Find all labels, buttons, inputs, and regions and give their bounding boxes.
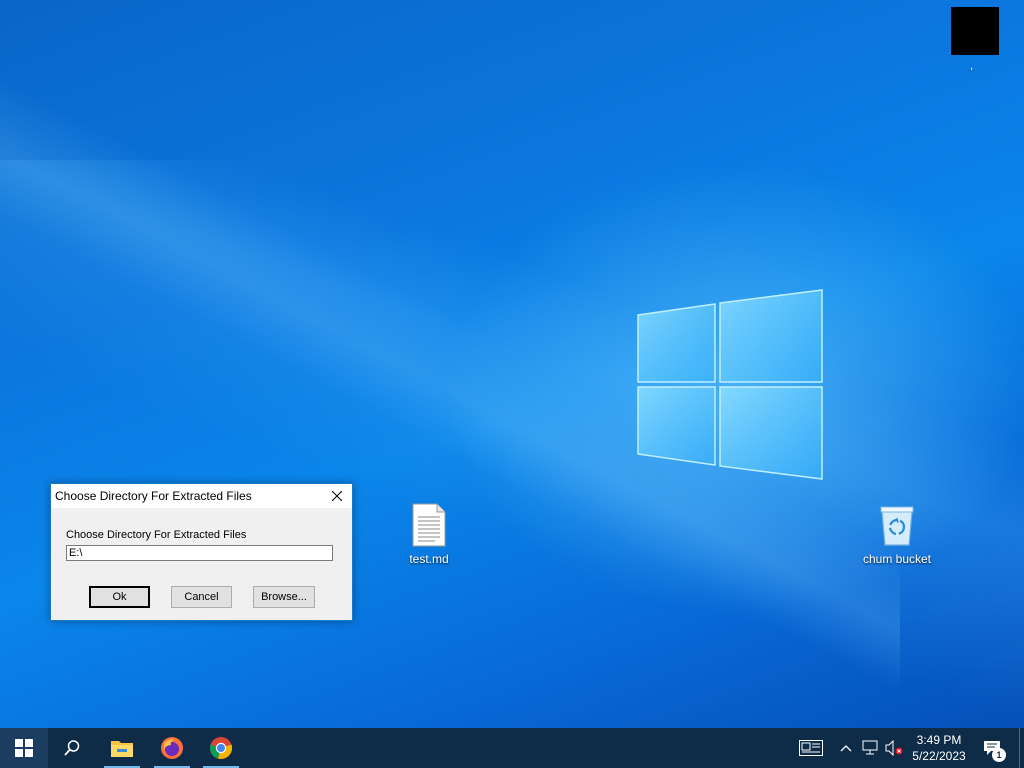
search-icon (64, 740, 80, 756)
news-widget-button[interactable] (796, 728, 826, 768)
network-icon (862, 740, 878, 755)
windows-start-icon (15, 739, 33, 757)
volume-button[interactable] (884, 728, 904, 768)
black-square-icon[interactable] (951, 7, 999, 55)
directory-prompt-label: Choose Directory For Extracted Files (66, 529, 247, 541)
dialog-title-bar[interactable]: Choose Directory For Extracted Files (51, 484, 352, 508)
taskbar-firefox[interactable] (148, 728, 196, 768)
dialog-body: Choose Directory For Extracted Files Ok … (51, 508, 352, 619)
chrome-icon (209, 737, 233, 760)
choose-directory-dialog: Choose Directory For Extracted Files Cho… (50, 483, 353, 621)
text-file-icon (412, 503, 446, 547)
recycle-bin-icon (880, 506, 914, 546)
volume-muted-icon (885, 740, 903, 756)
desktop-icon-label: , (970, 58, 974, 72)
desktop-icon-chum-bucket[interactable]: chum bucket (857, 503, 937, 566)
chevron-up-icon (840, 745, 852, 752)
network-status-button[interactable] (860, 728, 882, 768)
taskbar-clock[interactable]: 3:49 PM 5/22/2023 (904, 728, 974, 768)
desktop-icon-label: chum bucket (862, 552, 932, 566)
firefox-icon (161, 737, 183, 759)
dialog-title: Choose Directory For Extracted Files (55, 489, 252, 503)
show-desktop-button[interactable] (1019, 728, 1020, 768)
show-hidden-icons-button[interactable] (838, 728, 854, 768)
folder-icon (111, 741, 133, 757)
windows-logo-wallpaper (637, 289, 823, 480)
notification-count-badge: 1 (992, 748, 1006, 762)
search-button[interactable] (48, 728, 96, 768)
cancel-button[interactable]: Cancel (171, 586, 232, 608)
close-icon (332, 491, 342, 501)
ok-button[interactable]: Ok (89, 586, 150, 608)
desktop-icon-test-md[interactable]: test.md (389, 503, 469, 566)
taskbar: 3:49 PM 5/22/2023 (0, 728, 1024, 768)
browse-button[interactable]: Browse... (253, 586, 315, 608)
taskbar-chrome[interactable] (197, 728, 245, 768)
wallpaper-light-beam (0, 160, 1024, 728)
start-button[interactable] (0, 728, 48, 768)
desktop-icon-label: test.md (409, 552, 449, 566)
taskbar-file-explorer[interactable] (98, 728, 146, 768)
clock-time: 3:49 PM (916, 733, 962, 747)
close-button[interactable] (322, 484, 352, 508)
news-icon (799, 740, 823, 756)
clock-date: 5/22/2023 (912, 749, 966, 763)
directory-input[interactable] (66, 545, 333, 561)
